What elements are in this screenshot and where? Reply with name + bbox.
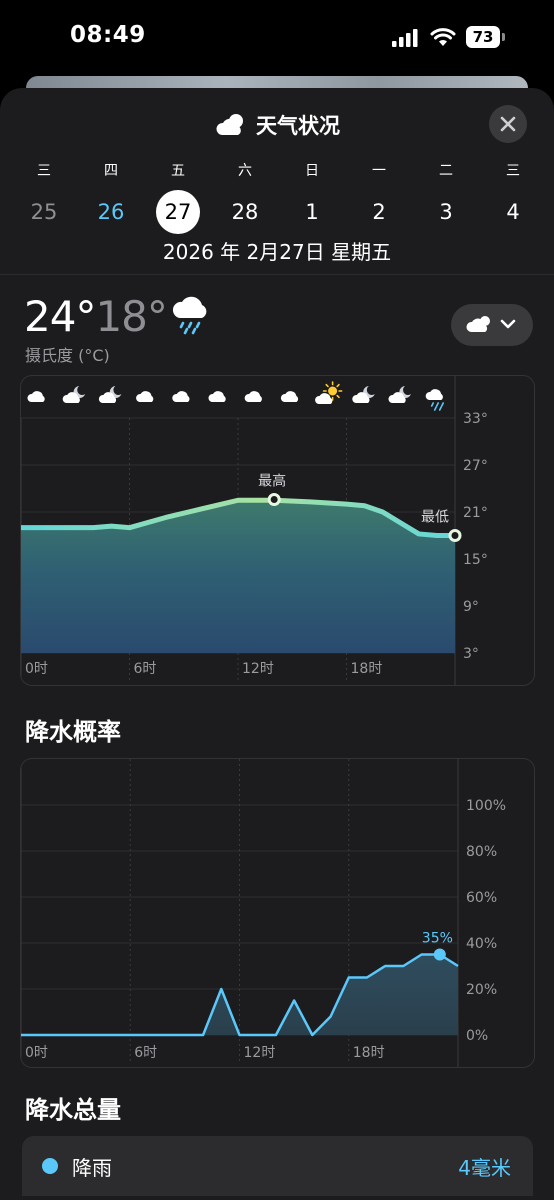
y-tick-label: 15° — [463, 552, 488, 568]
max-marker — [267, 492, 281, 506]
close-button[interactable] — [489, 105, 527, 143]
day-0[interactable]: 三 25 — [21, 160, 67, 234]
cloud-icon — [280, 391, 299, 402]
weekday-label: 四 — [104, 163, 118, 179]
cloud-icon — [136, 391, 154, 402]
y-tick-label: 9° — [463, 599, 479, 615]
peak-marker — [433, 948, 446, 961]
y-tick-label: 100% — [466, 798, 506, 814]
temp-summary: 24°18° — [24, 292, 168, 341]
day-number: 4 — [506, 200, 520, 224]
signal-icon — [392, 29, 418, 47]
sheet-title: 天气状况 — [256, 114, 340, 138]
cloud-moon-icon — [62, 386, 86, 403]
status-time: 08:49 — [70, 22, 146, 48]
temperature-chart-svg: 33° 27° 21° 15° 9° 3° 0时 6时 12时 18时 最高最低 — [21, 376, 488, 685]
day-2[interactable]: 五 27 — [155, 160, 201, 234]
day-number: 27 — [156, 190, 200, 234]
chevron-down-icon — [500, 319, 516, 329]
cloud-moon-icon — [388, 386, 411, 403]
day-number: 26 — [97, 200, 125, 224]
day-6[interactable]: 二3 — [423, 160, 469, 234]
x-tick-label: 0时 — [25, 1045, 48, 1061]
min-marker — [448, 529, 462, 542]
battery-level: 73 — [466, 26, 500, 48]
weekday-label: 一 — [372, 163, 386, 179]
x-tick-label: 12时 — [242, 661, 274, 677]
day-3[interactable]: 六 28 — [222, 160, 268, 234]
unit-label: 摄氏度 (°C) — [25, 346, 110, 365]
day-1[interactable]: 四 26 — [88, 160, 134, 234]
weekday-label: 六 — [238, 163, 252, 179]
wifi-icon — [430, 28, 456, 46]
x-tick-label: 6时 — [134, 661, 157, 677]
x-tick-label: 12时 — [244, 1045, 276, 1061]
weekday-label: 三 — [37, 163, 51, 179]
rain-value: 4毫米 — [458, 1156, 511, 1180]
rain-dot — [42, 1158, 58, 1174]
precipitation-chart: 100% 80% 60% 40% 20% 0% 0时 6时 12时 18时 35% — [20, 758, 535, 1068]
temperature-chart: 33° 27° 21° 15° 9° 3° 0时 6时 12时 18时 最高最低 — [20, 375, 535, 686]
weekday-label: 日 — [305, 163, 319, 179]
total-title: 降水总量 — [25, 1096, 121, 1124]
y-tick-label: 80% — [466, 844, 497, 860]
day-4[interactable]: 日1 — [289, 160, 335, 234]
cloud-rain-icon — [172, 296, 207, 335]
precipitation-chart-svg: 100% 80% 60% 40% 20% 0% 0时 6时 12时 18时 35% — [21, 759, 506, 1067]
x-tick-label: 18时 — [351, 661, 383, 677]
low-temp: 18° — [95, 292, 167, 341]
hourly-icons — [27, 381, 445, 411]
battery-icon: 73 — [466, 26, 506, 48]
precip-title: 降水概率 — [25, 718, 121, 746]
rain-label: 降雨 — [72, 1156, 112, 1180]
max-label: 最高 — [258, 472, 286, 489]
sheet-header: 天气状况 — [0, 110, 554, 140]
day-number: 2 — [372, 200, 386, 224]
min-label: 最低 — [421, 510, 449, 526]
y-tick-label: 40% — [466, 936, 497, 952]
weekday-label: 三 — [506, 163, 520, 179]
cloud-rain-icon — [425, 389, 445, 411]
cloud-icon — [466, 316, 490, 332]
cloud-icon — [27, 391, 45, 402]
cloud-moon-icon — [352, 386, 375, 403]
weekday-label: 五 — [171, 163, 185, 179]
cloud-icon — [216, 114, 243, 135]
series-area — [21, 500, 455, 653]
day-number: 28 — [231, 200, 259, 224]
weekday-label: 二 — [439, 163, 453, 179]
y-tick-label: 0% — [466, 1028, 488, 1044]
status-bar: 08:49 73 — [0, 0, 554, 76]
y-tick-label: 20% — [466, 982, 497, 998]
y-tick-label: 27° — [463, 458, 488, 474]
x-tick-label: 0时 — [25, 661, 48, 677]
y-tick-label: 3° — [463, 646, 479, 662]
day-5[interactable]: 一2 — [356, 160, 402, 234]
y-tick-label: 60% — [466, 890, 497, 906]
close-icon — [500, 116, 516, 132]
y-tick-label: 33° — [463, 411, 488, 427]
x-tick-label: 18时 — [353, 1045, 385, 1061]
cloud-icon — [208, 391, 226, 402]
cloud-moon-icon — [98, 386, 122, 403]
condition-dropdown-button[interactable] — [451, 304, 533, 346]
day-number: 1 — [305, 200, 319, 224]
peak-label: 35% — [422, 931, 453, 947]
day-number: 3 — [439, 200, 453, 224]
cloud-icon — [244, 391, 262, 402]
selected-date: 2026 年 2月27日 星期五 — [162, 240, 392, 264]
rain-total-row: 降雨 4毫米 — [22, 1136, 533, 1196]
day-7[interactable]: 三4 — [490, 160, 536, 234]
cloud-sun-icon — [315, 381, 343, 404]
x-tick-label: 6时 — [134, 1045, 157, 1061]
high-temp: 24° — [24, 292, 96, 341]
divider — [0, 274, 554, 275]
cloud-icon — [172, 391, 190, 402]
y-tick-label: 21° — [463, 505, 488, 521]
day-number: 25 — [30, 200, 58, 224]
